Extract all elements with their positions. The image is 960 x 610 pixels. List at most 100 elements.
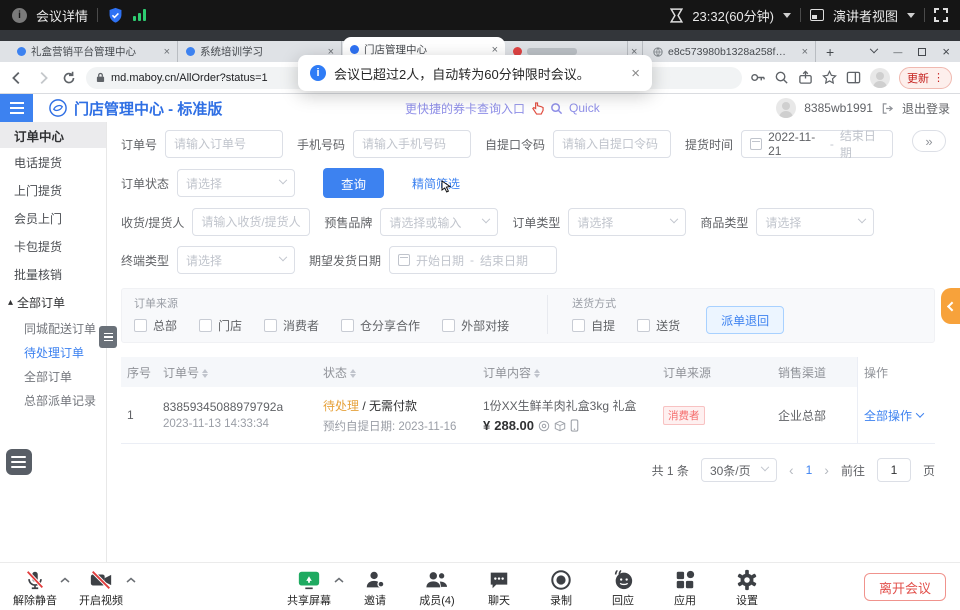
tab-close-icon[interactable]: × [802,46,808,58]
pickup-code-field[interactable] [562,137,662,151]
back-icon[interactable] [8,69,26,87]
logout-icon[interactable] [881,102,894,115]
bookmark-star-icon[interactable] [822,70,837,85]
sidebar-item-batch-verify[interactable]: 批量核销 [0,260,106,288]
ship-date-range[interactable]: 开始日期 - 结束日期 [389,246,557,274]
checkbox-icon[interactable] [341,319,354,332]
sidebar-item-phone-pickup[interactable]: 电话提货 [0,148,106,176]
window-maximize-button[interactable] [918,48,926,56]
promo-link[interactable]: 更快捷的券卡查询入口 [405,100,525,117]
checkbox-external[interactable]: 外部对接 [442,317,509,334]
password-key-icon[interactable] [750,70,765,85]
video-options-chevron[interactable] [126,577,136,583]
share-options-chevron[interactable] [334,577,344,583]
order-status-select[interactable]: 请选择 [177,169,295,197]
sidebar-item-city-delivery-orders[interactable]: 同城配送订单 [0,316,106,340]
unmute-button[interactable]: 解除静音 [4,563,66,610]
sort-icon[interactable] [534,369,540,378]
side-panel-icon[interactable] [846,70,861,85]
checkbox-icon[interactable] [264,319,277,332]
terminal-type-select[interactable]: 请选择 [177,246,295,274]
dispatch-return-button[interactable]: 派单退回 [706,306,784,334]
quick-search-icon[interactable] [550,102,563,115]
share-icon[interactable] [798,70,813,85]
phone-input[interactable] [353,130,471,158]
timer-caret-icon[interactable] [783,13,791,18]
tab-search-icon[interactable] [870,44,878,52]
goods-type-select[interactable]: 请选择 [756,208,874,236]
pickup-time-range[interactable]: 2022-11-21 - 结束日期 [741,130,893,158]
browser-update-button[interactable]: 更新 ⋮ [899,67,952,89]
sidebar-item-pending-orders[interactable]: 待处理订单 [0,340,106,364]
goto-page-field[interactable] [882,463,906,477]
floating-list-widget[interactable] [6,449,32,475]
simple-filter-link[interactable]: 精简筛选 [412,175,460,192]
checkbox-self-pickup[interactable]: 自提 [572,317,615,334]
page-size-select[interactable]: 30条/页 [701,458,777,482]
phone-field[interactable] [362,137,462,151]
window-minimize-button[interactable]: — [893,47,902,57]
checkbox-icon[interactable] [199,319,212,332]
ship-end-date[interactable]: 结束日期 [480,252,528,269]
side-drawer-toggle[interactable] [941,288,960,324]
chat-button[interactable]: 聊天 [468,563,530,610]
tab-close-icon[interactable]: × [492,44,498,56]
checkbox-icon[interactable] [572,319,585,332]
view-caret-icon[interactable] [907,13,915,18]
col-order-no[interactable]: 订单号 [157,364,317,381]
checkbox-icon[interactable] [637,319,650,332]
start-video-button[interactable]: 开启视频 [70,563,132,610]
checkbox-icon[interactable] [442,319,455,332]
checkbox-consumer[interactable]: 消费者 [264,317,319,334]
mic-options-chevron[interactable] [60,577,70,583]
sidebar-item-door-pickup[interactable]: 上门提货 [0,176,106,204]
order-no-value[interactable]: 83859345088979792a [163,400,311,414]
brand-select[interactable]: 请选择或输入 [380,208,498,236]
sidebar-drag-handle[interactable] [99,326,117,348]
meeting-details-label[interactable]: 会议详情 [36,6,88,25]
checkbox-store[interactable]: 门店 [199,317,242,334]
sidebar-item-hq-dispatch-records[interactable]: 总部派单记录 [0,388,106,412]
meeting-info-icon[interactable]: i [12,8,27,23]
pickup-start-date[interactable]: 2022-11-21 [768,130,824,158]
sidebar-toggle-button[interactable] [0,94,33,122]
order-no-field[interactable] [174,137,274,151]
checkbox-icon[interactable] [134,319,147,332]
order-no-input[interactable] [165,130,283,158]
pickup-end-date[interactable]: 结束日期 [840,127,884,161]
current-page[interactable]: 1 [806,463,813,477]
browser-tab-6[interactable]: e8c573980b1328a258fd2e6 × [646,41,816,62]
sidebar-item-all-orders[interactable]: 全部订单 [0,364,106,388]
col-content[interactable]: 订单内容 [477,364,657,381]
checkbox-delivery[interactable]: 送货 [637,317,680,334]
apps-button[interactable]: 应用 [654,563,716,610]
view-mode-label[interactable]: 演讲者视图 [833,6,898,25]
browser-tab-1[interactable]: 礼盒营销平台管理中心 × [10,41,178,62]
logout-label[interactable]: 退出登录 [902,100,950,117]
all-actions-dropdown[interactable]: 全部操作 [864,407,912,424]
toast-close-icon[interactable]: × [631,65,640,82]
goto-page-input[interactable] [877,458,911,482]
window-close-button[interactable]: × [942,44,950,59]
ship-start-date[interactable]: 开始日期 [416,252,464,269]
row-action-cell[interactable]: 全部操作 [857,387,935,443]
settings-button[interactable]: 设置 [716,563,778,610]
sidebar-item-card-pickup[interactable]: 卡包提货 [0,232,106,260]
forward-icon[interactable] [34,69,52,87]
sidebar-item-member-visit[interactable]: 会员上门 [0,204,106,232]
browser-profile-avatar[interactable] [870,68,890,88]
receiver-input[interactable] [192,208,310,236]
next-page-button[interactable]: › [824,462,829,478]
sort-icon[interactable] [350,369,356,378]
checkbox-hq[interactable]: 总部 [134,317,177,334]
leave-meeting-button[interactable]: 离开会议 [864,573,946,601]
reaction-button[interactable]: 回应 [592,563,654,610]
pickup-code-input[interactable] [553,130,671,158]
order-type-select[interactable]: 请选择 [568,208,686,236]
filter-collapse-button[interactable]: » [912,130,946,152]
receiver-field[interactable] [201,215,301,229]
search-button[interactable]: 查询 [323,168,384,198]
members-button[interactable]: 成员(4) [406,563,468,610]
checkbox-warehouse-share[interactable]: 仓分享合作 [341,317,420,334]
zoom-icon[interactable] [774,70,789,85]
